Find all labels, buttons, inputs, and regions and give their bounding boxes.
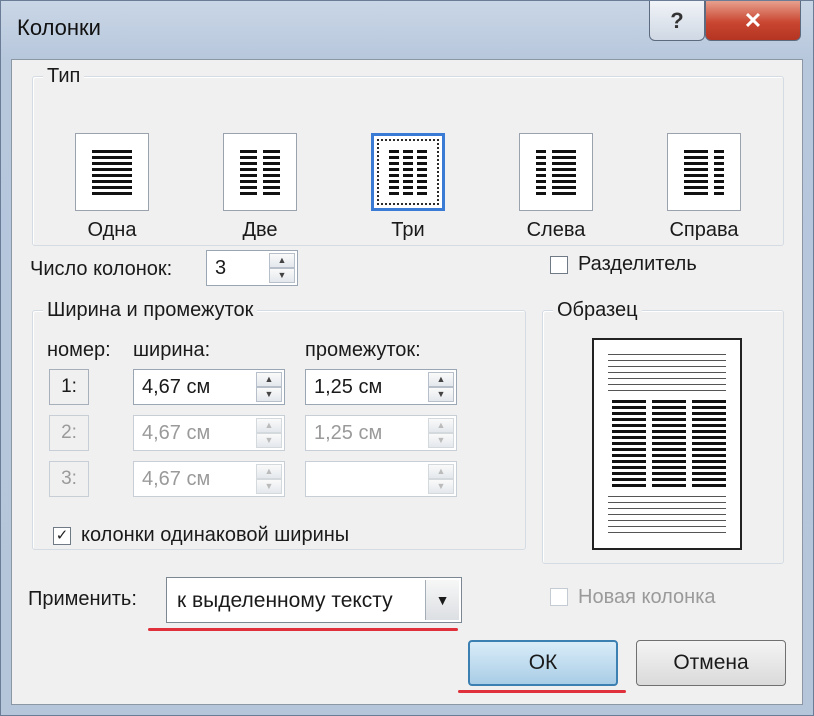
- preset-one[interactable]: [75, 133, 149, 211]
- spin-down-icon[interactable]: ▼: [256, 387, 282, 402]
- preset-right[interactable]: [667, 133, 741, 211]
- apply-label: Применить:: [28, 588, 137, 610]
- separator-label: Разделитель: [578, 253, 697, 275]
- row1-spacing-input[interactable]: 1,25 см ▲ ▼: [305, 369, 457, 405]
- preset-left[interactable]: [519, 133, 593, 211]
- row3-width-value: 4,67 см: [142, 468, 211, 490]
- num-columns-stepper[interactable]: 3 ▲ ▼: [206, 250, 298, 286]
- spin-up-icon[interactable]: ▲: [428, 372, 454, 387]
- preset-two-label: Две: [242, 219, 278, 241]
- width-spacing-group-label: Ширина и промежуток: [43, 299, 258, 322]
- preview-column-icon: [612, 400, 646, 490]
- type-group-label: Тип: [43, 65, 85, 88]
- spin-up-icon: ▲: [256, 464, 282, 479]
- preset-two[interactable]: [223, 133, 297, 211]
- red-underline-annotation: [148, 628, 458, 631]
- row2-number: 2:: [49, 415, 89, 451]
- close-button[interactable]: ✕: [705, 1, 801, 41]
- row2-spacing-value: 1,25 см: [314, 422, 383, 444]
- spin-up-icon[interactable]: ▲: [269, 253, 295, 268]
- dialog-body: Тип Одна Две Три Слева Справа Число коло…: [11, 59, 803, 705]
- preset-right-label: Справа: [669, 219, 739, 241]
- right-column-icon: [684, 149, 724, 195]
- preset-three[interactable]: [371, 133, 445, 211]
- width-spacing-group: Ширина и промежуток номер: ширина: проме…: [32, 299, 526, 550]
- preset-three-label: Три: [391, 219, 425, 241]
- preview-column-icon: [652, 400, 686, 490]
- equal-width-checkbox[interactable]: ✓: [53, 527, 71, 545]
- row1-number: 1:: [49, 369, 89, 405]
- row3-spacing-input: ▲ ▼: [305, 461, 457, 497]
- num-columns-value: 3: [215, 257, 227, 279]
- row3-number: 3:: [49, 461, 89, 497]
- row1-spacing-value: 1,25 см: [314, 376, 383, 398]
- preset-one-label: Одна: [87, 219, 137, 241]
- spin-down-icon: ▼: [256, 433, 282, 448]
- spin-down-icon: ▼: [428, 479, 454, 494]
- spin-up-icon: ▲: [256, 418, 282, 433]
- type-group: Тип Одна Две Три Слева Справа: [32, 65, 784, 246]
- spin-down-icon: ▼: [428, 433, 454, 448]
- separator-checkbox[interactable]: [550, 256, 568, 274]
- spin-down-icon[interactable]: ▼: [428, 387, 454, 402]
- apply-select[interactable]: к выделенному тексту ▼: [166, 577, 462, 623]
- num-columns-label: Число колонок:: [30, 258, 173, 280]
- left-column-icon: [536, 149, 576, 195]
- ok-button[interactable]: ОК: [468, 640, 618, 686]
- col-spacing-header: промежуток:: [305, 339, 421, 361]
- row3-width-input: 4,67 см ▲ ▼: [133, 461, 285, 497]
- red-underline-annotation: [458, 690, 626, 693]
- one-column-icon: [92, 149, 132, 195]
- preview-column-icon: [692, 400, 726, 490]
- col-number-header: номер:: [47, 339, 111, 361]
- spin-down-icon[interactable]: ▼: [269, 268, 295, 283]
- row2-width-input: 4,67 см ▲ ▼: [133, 415, 285, 451]
- apply-select-value: к выделенному тексту: [177, 589, 393, 612]
- new-column-checkbox: [550, 588, 568, 606]
- row2-spacing-input: 1,25 см ▲ ▼: [305, 415, 457, 451]
- col-width-header: ширина:: [133, 339, 211, 361]
- two-columns-icon: [240, 149, 280, 195]
- help-button[interactable]: ?: [649, 1, 705, 41]
- dialog-title: Колонки: [17, 15, 101, 40]
- dialog-window: Колонки ? ✕ Тип Одна Две Три Слева Справ…: [0, 0, 814, 716]
- spin-up-icon: ▲: [428, 418, 454, 433]
- cancel-button[interactable]: Отмена: [636, 640, 786, 686]
- spin-up-icon: ▲: [428, 464, 454, 479]
- preset-left-label: Слева: [526, 219, 586, 241]
- row1-width-input[interactable]: 4,67 см ▲ ▼: [133, 369, 285, 405]
- new-column-label: Новая колонка: [578, 586, 716, 608]
- three-columns-icon: [389, 149, 427, 195]
- spin-up-icon[interactable]: ▲: [256, 372, 282, 387]
- row2-width-value: 4,67 см: [142, 422, 211, 444]
- dropdown-arrow-icon[interactable]: ▼: [425, 580, 459, 620]
- spin-down-icon: ▼: [256, 479, 282, 494]
- row1-width-value: 4,67 см: [142, 376, 211, 398]
- equal-width-label: колонки одинаковой ширины: [81, 524, 350, 546]
- preview-label: Образец: [553, 299, 642, 322]
- preview-page: [592, 338, 742, 550]
